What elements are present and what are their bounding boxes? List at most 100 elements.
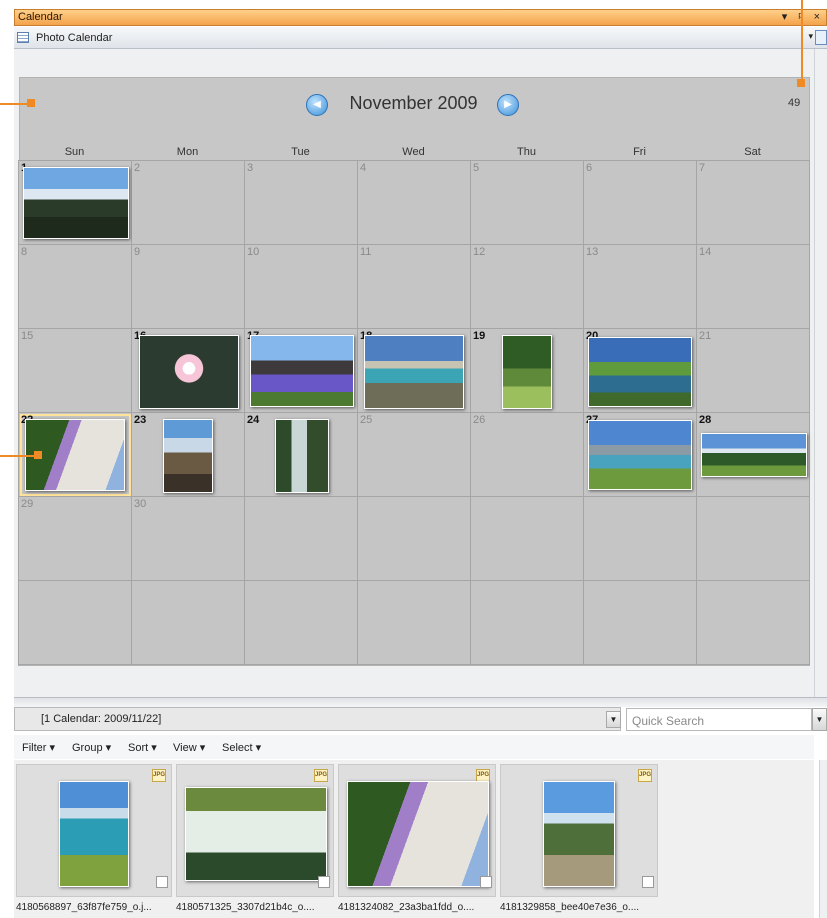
day-photo-thumbnail[interactable] (139, 335, 239, 409)
day-number: 26 (473, 414, 486, 426)
day-cell[interactable]: 2 (132, 161, 245, 245)
day-photo-thumbnail[interactable] (502, 335, 552, 409)
day-cell[interactable] (358, 497, 471, 581)
day-cell[interactable] (584, 581, 697, 665)
window-titlebar: Calendar ▾ ᵖ × (14, 9, 827, 26)
day-cell[interactable]: 11 (358, 245, 471, 329)
day-cell[interactable]: 6 (584, 161, 697, 245)
day-number: 19 (473, 330, 486, 342)
day-cell[interactable]: 18 (358, 329, 471, 413)
day-number: 5 (473, 162, 480, 174)
thumbnail-item[interactable]: JPG (16, 764, 172, 897)
day-cell[interactable]: 16 (132, 329, 245, 413)
thumbnail-checkbox[interactable] (642, 876, 654, 888)
day-photo-thumbnail[interactable] (23, 167, 129, 239)
day-cell[interactable]: 28 (697, 413, 810, 497)
thumbnail-checkbox[interactable] (480, 876, 492, 888)
calendar-scrollbar[interactable] (814, 49, 827, 697)
prev-month-button[interactable]: ◀ (306, 94, 328, 116)
day-cell[interactable] (584, 497, 697, 581)
thumbnail-image (59, 781, 129, 887)
day-cell[interactable]: 1 (19, 161, 132, 245)
callout-line (801, 0, 803, 82)
quick-search-dropdown-button[interactable]: ▼ (812, 708, 827, 731)
day-cell[interactable]: 19 (471, 329, 584, 413)
day-cell[interactable]: 24 (245, 413, 358, 497)
thumbnail-item[interactable]: JPG (338, 764, 496, 897)
day-cell[interactable]: 8 (19, 245, 132, 329)
day-cell[interactable] (471, 497, 584, 581)
day-cell[interactable]: 20 (584, 329, 697, 413)
filter-menu[interactable]: Filter ▾ (22, 741, 55, 754)
day-cell[interactable]: 26 (471, 413, 584, 497)
callout-marker (34, 451, 42, 459)
day-cell[interactable]: 17 (245, 329, 358, 413)
day-cell[interactable]: 29 (19, 497, 132, 581)
day-cell[interactable]: 27 (584, 413, 697, 497)
group-menu[interactable]: Group ▾ (72, 741, 111, 754)
day-cell[interactable] (245, 581, 358, 665)
day-cell[interactable] (132, 581, 245, 665)
day-cell[interactable]: 4 (358, 161, 471, 245)
callout-line (0, 103, 30, 105)
day-cell[interactable] (245, 497, 358, 581)
day-photo-thumbnail[interactable] (250, 335, 354, 407)
day-cell[interactable] (697, 581, 810, 665)
thumbnail-checkbox[interactable] (156, 876, 168, 888)
calendar-view-icon (17, 32, 29, 43)
day-number: 24 (247, 414, 260, 426)
quick-search-input[interactable]: Quick Search (626, 708, 812, 731)
weekday-header: Fri (633, 146, 646, 158)
day-cell[interactable] (697, 497, 810, 581)
day-number: 7 (699, 162, 706, 174)
day-cell[interactable]: 10 (245, 245, 358, 329)
day-number: 15 (21, 330, 34, 342)
path-bar: [1 Calendar: 2009/11/22] (14, 707, 621, 731)
next-month-button[interactable]: ▶ (497, 94, 519, 116)
day-cell[interactable]: 5 (471, 161, 584, 245)
day-cell[interactable]: 21 (697, 329, 810, 413)
day-number: 29 (21, 498, 34, 510)
day-cell[interactable]: 3 (245, 161, 358, 245)
day-cell[interactable]: 30 (132, 497, 245, 581)
callout-line (0, 455, 36, 457)
path-dropdown-button[interactable]: ▼ (606, 711, 621, 728)
day-photo-thumbnail[interactable] (701, 433, 807, 477)
day-number: 10 (247, 246, 260, 258)
sort-menu[interactable]: Sort ▾ (128, 741, 157, 754)
day-photo-thumbnail[interactable] (275, 419, 329, 493)
day-cell[interactable]: 9 (132, 245, 245, 329)
day-photo-thumbnail[interactable] (588, 337, 692, 407)
weekday-header: Thu (517, 146, 536, 158)
jpg-badge-icon: JPG (152, 769, 166, 782)
thumbnail-checkbox[interactable] (318, 876, 330, 888)
day-photo-thumbnail[interactable] (364, 335, 464, 409)
day-number: 3 (247, 162, 254, 174)
view-menu[interactable]: View ▾ (173, 741, 205, 754)
day-cell[interactable] (358, 581, 471, 665)
day-cell[interactable]: 13 (584, 245, 697, 329)
thumbnail-scrollbar[interactable] (819, 760, 827, 918)
day-cell[interactable]: 15 (19, 329, 132, 413)
day-photo-thumbnail[interactable] (588, 420, 692, 490)
day-cell[interactable]: 12 (471, 245, 584, 329)
day-cell[interactable]: 23 (132, 413, 245, 497)
panel-dropdown-icon[interactable]: ▾ (808, 31, 813, 42)
pane-splitter[interactable] (14, 697, 827, 707)
thumbnail-item[interactable]: JPG (500, 764, 658, 897)
day-cell[interactable]: 25 (358, 413, 471, 497)
day-cell[interactable]: 7 (697, 161, 810, 245)
jpg-badge-icon: JPG (314, 769, 328, 782)
day-cell[interactable] (471, 581, 584, 665)
day-number: 14 (699, 246, 712, 258)
thumbnail-filename: 4180571325_3307d21b4c_o.... (176, 902, 315, 913)
day-photo-thumbnail[interactable] (163, 419, 213, 493)
day-cell[interactable] (19, 581, 132, 665)
panel-option-button[interactable] (815, 30, 827, 45)
day-cell[interactable]: 14 (697, 245, 810, 329)
select-menu[interactable]: Select ▾ (222, 741, 261, 754)
thumbnail-filename: 4180568897_63f87fe759_o.j... (16, 902, 152, 913)
weekday-header: Sun (64, 146, 85, 158)
day-number: 8 (21, 246, 28, 258)
thumbnail-item[interactable]: JPG (176, 764, 334, 897)
